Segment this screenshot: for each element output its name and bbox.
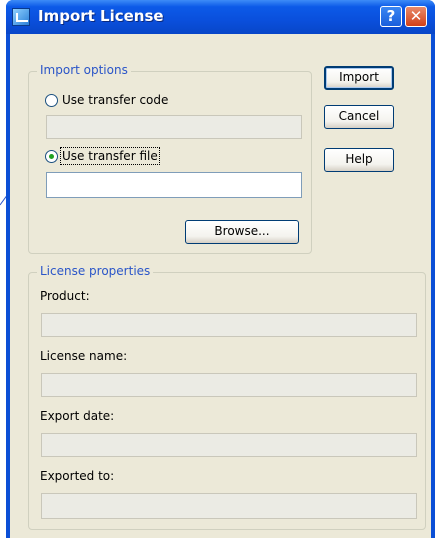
license-name-label: License name: (40, 349, 128, 363)
license-properties-group: License properties Product: License name… (28, 264, 426, 530)
transfer-code-radio[interactable]: Use transfer code (45, 93, 168, 107)
browse-button[interactable]: Browse... (185, 220, 299, 244)
transfer-code-label[interactable]: Use transfer code (62, 93, 168, 107)
window-title: Import License (38, 7, 164, 25)
product-field[interactable] (41, 313, 417, 337)
transfer-file-label[interactable]: Use transfer file (60, 147, 160, 165)
cancel-button[interactable]: Cancel (324, 105, 394, 129)
product-label: Product: (40, 289, 90, 303)
license-name-field[interactable] (41, 373, 417, 397)
transfer-file-radio-circle[interactable] (45, 149, 58, 163)
app-icon (12, 8, 30, 26)
transfer-file-field[interactable] (46, 172, 302, 198)
title-bar[interactable]: Import License ? ✕ (6, 0, 435, 34)
import-options-label: Import options (37, 63, 131, 77)
transfer-file-radio[interactable]: Use transfer file (45, 147, 160, 165)
title-help-button[interactable]: ? (380, 6, 402, 27)
transfer-code-field[interactable] (46, 115, 302, 139)
help-button[interactable]: Help (324, 148, 394, 172)
export-date-field[interactable] (41, 433, 417, 457)
exported-to-field[interactable] (41, 493, 417, 519)
dialog-client-area: Import options Use transfer code Use tra… (10, 34, 431, 538)
import-button[interactable]: Import (324, 66, 394, 90)
export-date-label: Export date: (40, 409, 115, 423)
title-close-button[interactable]: ✕ (405, 6, 427, 27)
exported-to-label: Exported to: (40, 469, 115, 483)
transfer-code-radio-circle[interactable] (45, 93, 58, 107)
import-license-dialog: Import License ? ✕ Import options Use tr… (6, 0, 435, 538)
license-properties-label: License properties (37, 264, 154, 278)
import-options-group: Import options Use transfer code Use tra… (28, 63, 312, 254)
